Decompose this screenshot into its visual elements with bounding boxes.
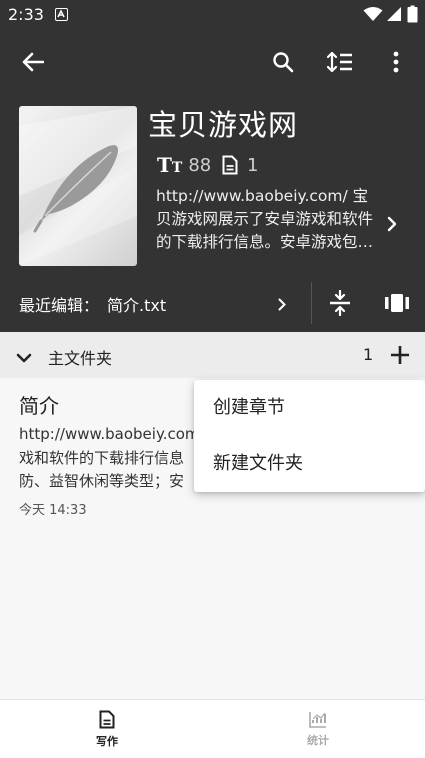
more-vertical-icon xyxy=(393,51,399,73)
chevron-right-icon xyxy=(387,216,397,232)
plus-icon xyxy=(391,346,409,364)
status-bar: 2:33 xyxy=(0,0,425,30)
folder-item-count: 1 xyxy=(363,345,374,364)
book-description[interactable]: http://www.baobeiy.com/ 宝贝游戏网展示了安卓游戏和软件的… xyxy=(156,185,374,254)
document-icon xyxy=(99,710,115,728)
chapter-count: 1 xyxy=(247,154,259,176)
nav-label-statistics: 统计 xyxy=(307,733,329,747)
wifi-icon xyxy=(363,6,383,26)
recent-edit-row[interactable]: 最近编辑： 简介.txt xyxy=(0,282,311,324)
more-options-button[interactable] xyxy=(380,42,412,82)
feather-icon xyxy=(19,106,137,266)
collapse-vertical-icon xyxy=(330,290,350,316)
bottom-navigation: 写作 统计 xyxy=(0,699,425,758)
search-button[interactable] xyxy=(262,42,304,82)
carousel-icon xyxy=(385,294,409,312)
notification-icon xyxy=(55,8,68,21)
nav-item-writing[interactable]: 写作 xyxy=(55,700,159,758)
book-cover[interactable] xyxy=(19,106,137,266)
battery-icon xyxy=(407,5,418,27)
sort-icon xyxy=(327,51,352,73)
description-expand-button[interactable] xyxy=(380,208,404,240)
popup-menu: 创建章节 新建文件夹 xyxy=(194,380,425,492)
menu-item-create-chapter[interactable]: 创建章节 xyxy=(194,380,425,436)
header-divider xyxy=(311,282,312,324)
folder-header[interactable]: 主文件夹 1 xyxy=(0,332,425,378)
recent-edit-file: 简介.txt xyxy=(107,296,167,315)
folder-name: 主文件夹 xyxy=(48,349,113,368)
chevron-right-icon xyxy=(278,296,286,315)
add-button[interactable] xyxy=(388,343,412,367)
document-icon xyxy=(222,155,238,175)
arrow-left-icon xyxy=(22,52,44,72)
signal-icon xyxy=(386,6,402,26)
chapter-count-stat: 1 xyxy=(222,153,258,177)
nav-item-statistics[interactable]: 统计 xyxy=(266,700,370,758)
back-button[interactable] xyxy=(12,42,54,82)
chapter-timestamp: 今天 14:33 xyxy=(19,503,87,518)
recent-edit-label: 最近编辑： 简介.txt xyxy=(19,296,167,315)
view-mode-button[interactable] xyxy=(378,284,416,322)
stats-chart-icon xyxy=(309,711,326,728)
collapse-all-button[interactable] xyxy=(322,284,358,322)
book-header: 宝贝游戏网 TT 88 1 http://www.baobeiy.com/ 宝贝… xyxy=(0,30,425,332)
word-count-stat: TT 88 xyxy=(157,153,211,177)
sort-button[interactable] xyxy=(318,42,362,82)
chapter-title: 简介 xyxy=(19,394,59,418)
menu-item-new-folder[interactable]: 新建文件夹 xyxy=(194,436,425,492)
status-time: 2:33 xyxy=(8,5,44,24)
word-count: 88 xyxy=(188,154,212,176)
book-title: 宝贝游戏网 xyxy=(148,108,299,142)
search-icon xyxy=(273,52,294,73)
nav-label-writing: 写作 xyxy=(96,734,118,748)
chevron-down-icon[interactable] xyxy=(16,349,32,368)
text-size-icon: TT xyxy=(157,153,183,177)
